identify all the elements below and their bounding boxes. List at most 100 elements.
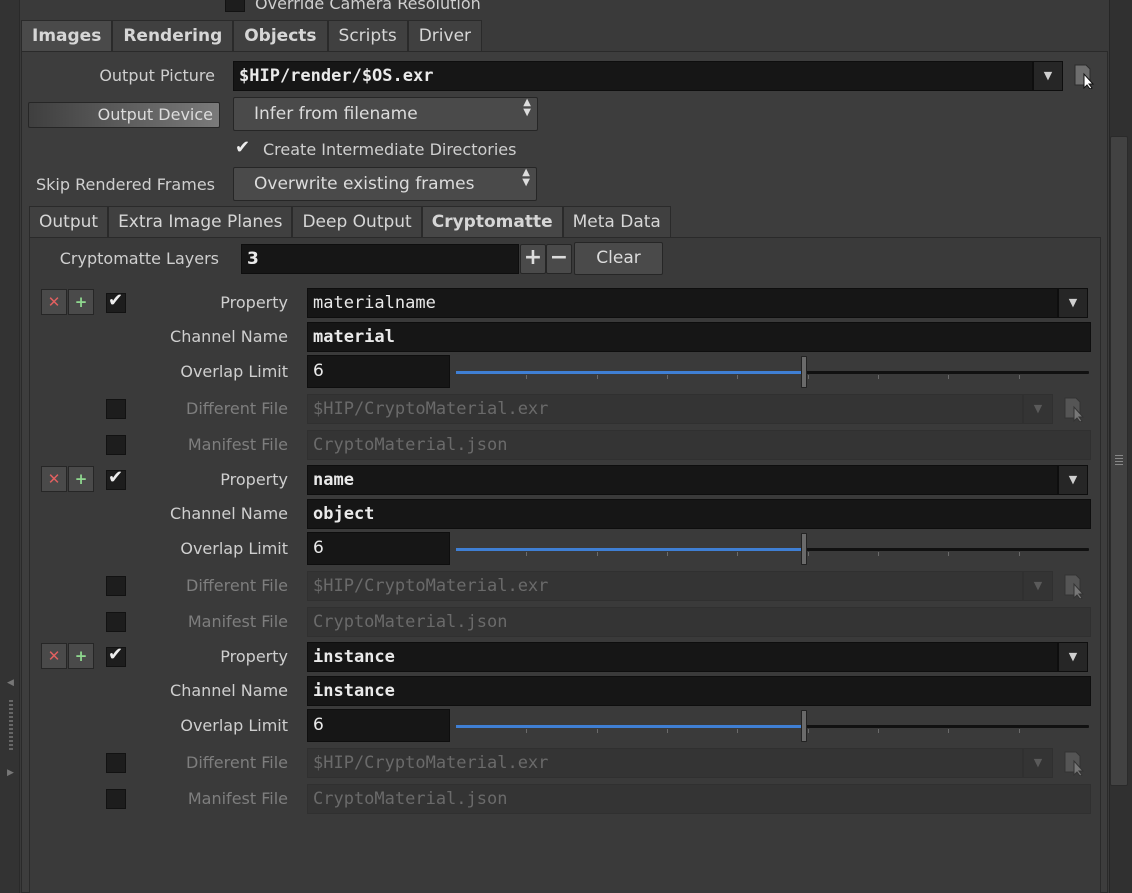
channel-name-field[interactable]: object xyxy=(307,499,1091,529)
updown-arrows-icon: ▲ ▼ xyxy=(523,97,531,118)
delete-layer-button[interactable]: ✕ xyxy=(41,466,67,492)
slider-tick xyxy=(526,729,527,733)
add-layer-button[interactable]: + xyxy=(520,244,546,274)
different-file-field: $HIP/CryptoMaterial.exr xyxy=(307,394,1023,424)
delete-layer-button[interactable]: ✕ xyxy=(41,289,67,315)
property-label: Property xyxy=(220,293,288,312)
tab-rendering[interactable]: Rendering xyxy=(112,20,234,52)
cryptomatte-layers-field[interactable]: 3 xyxy=(241,244,519,274)
channel-name-label: Channel Name xyxy=(170,681,288,700)
output-picture-field[interactable]: $HIP/render/$OS.exr xyxy=(233,61,1033,91)
chevron-down-icon: ▼ xyxy=(1068,650,1078,663)
slider-tick xyxy=(948,729,949,733)
manifest-file-checkbox[interactable] xyxy=(106,435,126,455)
manifest-file-field: CryptoMaterial.json xyxy=(307,607,1091,637)
different-file-checkbox[interactable] xyxy=(106,753,126,773)
pane-grip[interactable] xyxy=(9,700,13,750)
cryptomatte-layers-label: Cryptomatte Layers xyxy=(59,249,219,268)
output-device-menu[interactable]: Infer from filename ▲ ▼ xyxy=(233,97,538,131)
insert-plus-icon: + xyxy=(74,470,88,488)
subtab-cryptomatte[interactable]: Cryptomatte xyxy=(421,206,563,238)
overlap-limit-slider-handle[interactable] xyxy=(801,710,807,742)
slider-tick xyxy=(948,552,949,556)
delete-x-icon: ✕ xyxy=(47,470,61,488)
property-field[interactable]: materialname xyxy=(307,288,1058,318)
overlap-limit-slider-handle[interactable] xyxy=(801,533,807,565)
left-pane-strip[interactable]: ◀ ▶ xyxy=(0,0,20,893)
overlap-limit-slider-handle[interactable] xyxy=(801,356,807,388)
overlap-limit-label: Overlap Limit xyxy=(180,362,288,381)
overlap-limit-field[interactable]: 6 xyxy=(307,709,450,742)
file-chooser-icon[interactable] xyxy=(1073,63,1095,89)
slider-tick xyxy=(808,729,809,733)
clear-button[interactable]: Clear xyxy=(574,242,663,275)
different-file-dropdown: ▼ xyxy=(1023,571,1053,601)
output-picture-dropdown[interactable]: ▼ xyxy=(1033,61,1063,91)
subtab-output[interactable]: Output xyxy=(29,206,109,238)
create-dirs-checkbox[interactable] xyxy=(233,140,253,160)
channel-name-field[interactable]: instance xyxy=(307,676,1091,706)
slider-tick xyxy=(1019,729,1020,733)
output-device-value: Infer from filename xyxy=(254,104,418,124)
output-device-button[interactable]: Output Device xyxy=(28,102,220,128)
chevron-down-icon: ▼ xyxy=(1068,473,1078,486)
slider-tick xyxy=(808,552,809,556)
subtab-deep-output[interactable]: Deep Output xyxy=(292,206,422,238)
different-file-label: Different File xyxy=(186,753,288,772)
different-file-field: $HIP/CryptoMaterial.exr xyxy=(307,571,1023,601)
tab-driver[interactable]: Driver xyxy=(407,20,483,52)
overlap-limit-field[interactable]: 6 xyxy=(307,532,450,565)
slider-tick xyxy=(1019,552,1020,556)
property-dropdown[interactable]: ▼ xyxy=(1058,642,1088,672)
tab-objects[interactable]: Objects xyxy=(233,20,328,52)
property-label: Property xyxy=(220,647,288,666)
slider-tick xyxy=(948,375,949,379)
layer-enable-checkbox[interactable] xyxy=(106,470,126,490)
different-file-field: $HIP/CryptoMaterial.exr xyxy=(307,748,1023,778)
delete-x-icon: ✕ xyxy=(47,647,61,665)
sub-tabbar: Output Extra Image Planes Deep Output Crypt… xyxy=(29,206,671,238)
insert-layer-button[interactable]: + xyxy=(68,289,94,315)
different-file-checkbox[interactable] xyxy=(106,576,126,596)
skip-frames-value: Overwrite existing frames xyxy=(254,174,475,194)
manifest-file-label: Manifest File xyxy=(187,789,288,808)
different-file-dropdown: ▼ xyxy=(1023,394,1053,424)
slider-tick xyxy=(526,552,527,556)
property-dropdown[interactable]: ▼ xyxy=(1058,288,1088,318)
override-camera-checkbox[interactable] xyxy=(225,0,245,12)
slider-tick xyxy=(667,375,668,379)
manifest-file-label: Manifest File xyxy=(187,612,288,631)
insert-layer-button[interactable]: + xyxy=(68,643,94,669)
scrollbar-grip-icon xyxy=(1115,455,1123,467)
insert-plus-icon: + xyxy=(74,293,88,311)
slider-tick xyxy=(878,729,879,733)
channel-name-field[interactable]: material xyxy=(307,322,1091,352)
layer-enable-checkbox[interactable] xyxy=(106,647,126,667)
collapse-left-icon[interactable]: ◀ xyxy=(7,678,14,688)
overlap-limit-field[interactable]: 6 xyxy=(307,355,450,388)
subtab-meta-data[interactable]: Meta Data xyxy=(562,206,671,238)
slider-tick xyxy=(808,375,809,379)
manifest-file-field: CryptoMaterial.json xyxy=(307,784,1091,814)
tab-scripts[interactable]: Scripts xyxy=(327,20,408,52)
manifest-file-checkbox[interactable] xyxy=(106,789,126,809)
subtab-extra-image-planes[interactable]: Extra Image Planes xyxy=(108,206,293,238)
manifest-file-checkbox[interactable] xyxy=(106,612,126,632)
different-file-checkbox[interactable] xyxy=(106,399,126,419)
different-file-label: Different File xyxy=(186,576,288,595)
expand-right-icon[interactable]: ▶ xyxy=(7,768,14,778)
insert-layer-button[interactable]: + xyxy=(68,466,94,492)
property-dropdown[interactable]: ▼ xyxy=(1058,465,1088,495)
slider-tick xyxy=(878,552,879,556)
tab-images[interactable]: Images xyxy=(21,20,113,52)
overlap-limit-slider-fill xyxy=(456,371,801,374)
file-chooser-icon xyxy=(1064,574,1085,599)
skip-frames-menu[interactable]: Overwrite existing frames ▲ ▼ xyxy=(233,167,537,201)
remove-layer-button[interactable]: − xyxy=(546,244,572,274)
property-field[interactable]: instance xyxy=(307,642,1058,672)
property-field[interactable]: name xyxy=(307,465,1058,495)
overlap-limit-slider-fill xyxy=(456,725,801,728)
layer-enable-checkbox[interactable] xyxy=(106,293,126,313)
output-picture-label: Output Picture xyxy=(99,66,215,85)
delete-layer-button[interactable]: ✕ xyxy=(41,643,67,669)
